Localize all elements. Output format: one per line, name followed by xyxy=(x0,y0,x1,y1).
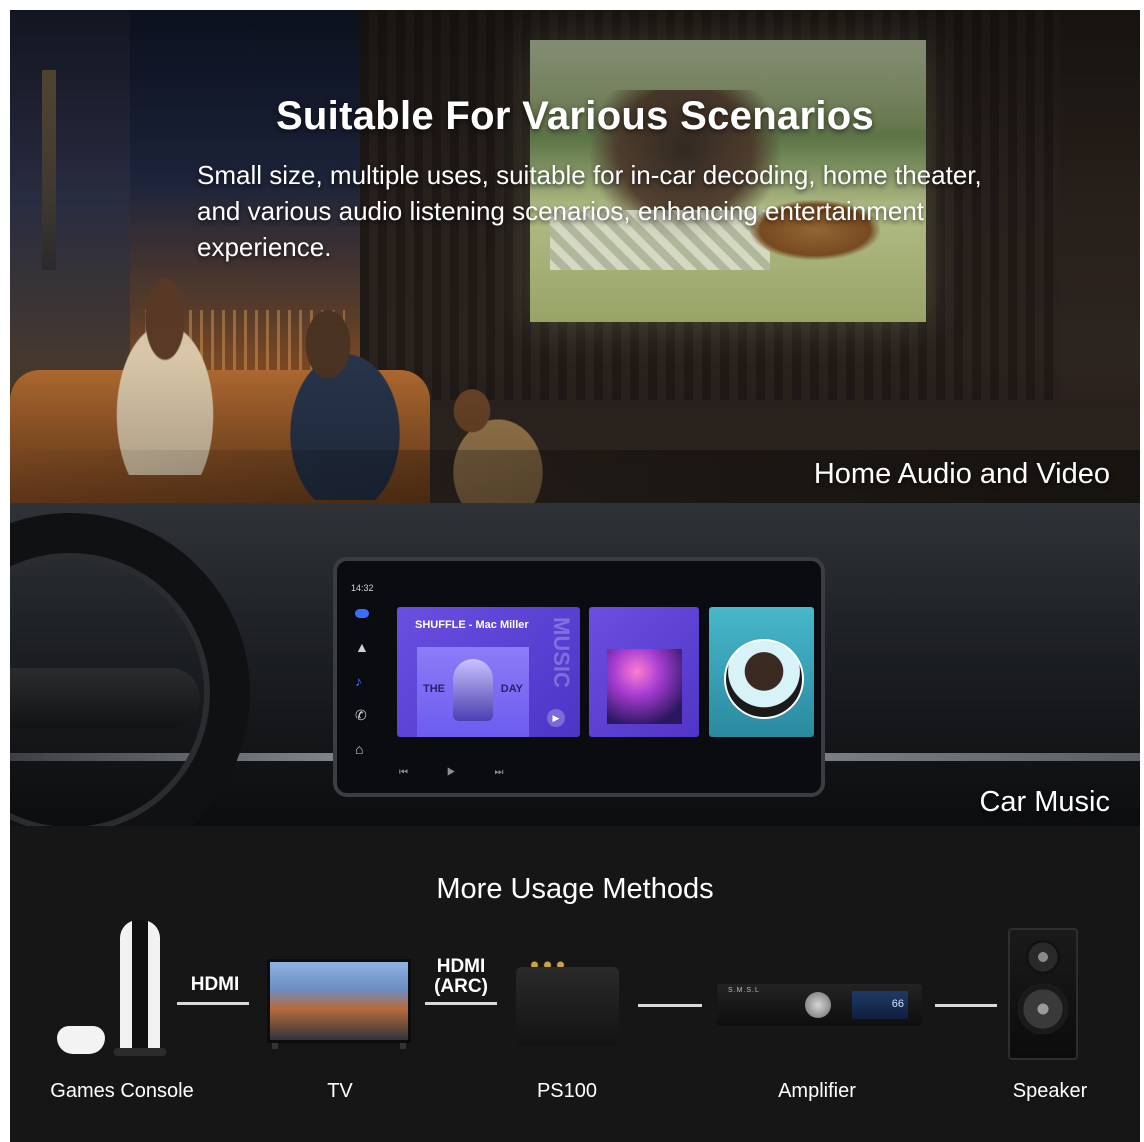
usage-methods-section: More Usage Methods HDMI HDMI (ARC) S.M.S… xyxy=(10,826,1140,1142)
album-art-the-divine-day: THE DAY xyxy=(417,647,529,737)
car-scene-caption: Car Music xyxy=(979,786,1110,818)
screen-clock: 14:32 xyxy=(351,583,374,593)
product-banner: Suitable For Various Scenarios Small siz… xyxy=(10,10,1140,1142)
banner-title: Suitable For Various Scenarios xyxy=(275,94,875,138)
infotainment-screen: 14:32 ▲ ♪ ✆ ⌂ SHUFFLE - Mac Miller THE D… xyxy=(333,557,825,797)
status-pill-icon xyxy=(355,609,369,618)
concert-album-art xyxy=(607,649,682,724)
home-scene-caption: Home Audio and Video xyxy=(813,458,1110,490)
device-label-games-console: Games Console xyxy=(50,1080,194,1102)
home-theater-scene: Suitable For Various Scenarios Small siz… xyxy=(10,10,1140,503)
ps100-device-icon xyxy=(516,967,619,1045)
music-note-icon: ♪ xyxy=(355,673,362,689)
playback-controls: ⏮ ▶ ⏭ xyxy=(399,767,522,778)
connection-line-hdmi xyxy=(177,1002,249,1005)
connection-line-ps100-amplifier xyxy=(638,1004,702,1007)
device-label-tv: TV xyxy=(327,1080,353,1102)
play-icon: ▶ xyxy=(547,709,565,727)
home-icon: ⌂ xyxy=(355,741,364,757)
connection-line-amplifier-speaker xyxy=(935,1004,997,1007)
album-art-text-right: DAY xyxy=(500,683,523,695)
usage-title: More Usage Methods xyxy=(436,873,714,905)
album-art-text-left: THE xyxy=(423,683,445,695)
artist-portrait xyxy=(724,639,804,719)
connection-label-hdmi-arc: HDMI (ARC) xyxy=(434,956,488,997)
navigation-icon: ▲ xyxy=(355,639,369,655)
card-side-text: MUSIC xyxy=(549,617,574,688)
amplifier-display: 66 xyxy=(852,991,908,1019)
amplifier-volume-knob xyxy=(805,992,831,1018)
now-playing-card: SHUFFLE - Mac Miller THE DAY ▶ MUSIC xyxy=(397,607,580,737)
album-art-head xyxy=(453,659,493,721)
connection-line-hdmi-arc xyxy=(425,1002,497,1005)
device-label-amplifier: Amplifier xyxy=(778,1080,856,1102)
artist-card xyxy=(709,607,814,737)
connection-label-hdmi: HDMI xyxy=(190,974,240,995)
tv-icon xyxy=(267,959,411,1043)
device-label-speaker: Speaker xyxy=(1012,1080,1088,1102)
game-console-icon xyxy=(120,920,160,1052)
now-playing-title: SHUFFLE - Mac Miller xyxy=(415,619,529,631)
game-console-stand xyxy=(114,1048,166,1056)
steering-wheel-spoke xyxy=(10,668,200,728)
playlist-card xyxy=(589,607,699,737)
phone-icon: ✆ xyxy=(355,707,367,723)
tv-stand xyxy=(272,1043,406,1049)
banner-subtitle: Small size, multiple uses, suitable for … xyxy=(197,160,982,262)
amplifier-brand: S.M.S.L xyxy=(728,987,760,994)
gamepad-icon xyxy=(57,1026,105,1054)
car-scene: 14:32 ▲ ♪ ✆ ⌂ SHUFFLE - Mac Miller THE D… xyxy=(10,503,1140,826)
speaker-tweeter xyxy=(1026,940,1060,974)
device-label-ps100: PS100 xyxy=(536,1080,598,1102)
speaker-woofer xyxy=(1018,984,1068,1034)
